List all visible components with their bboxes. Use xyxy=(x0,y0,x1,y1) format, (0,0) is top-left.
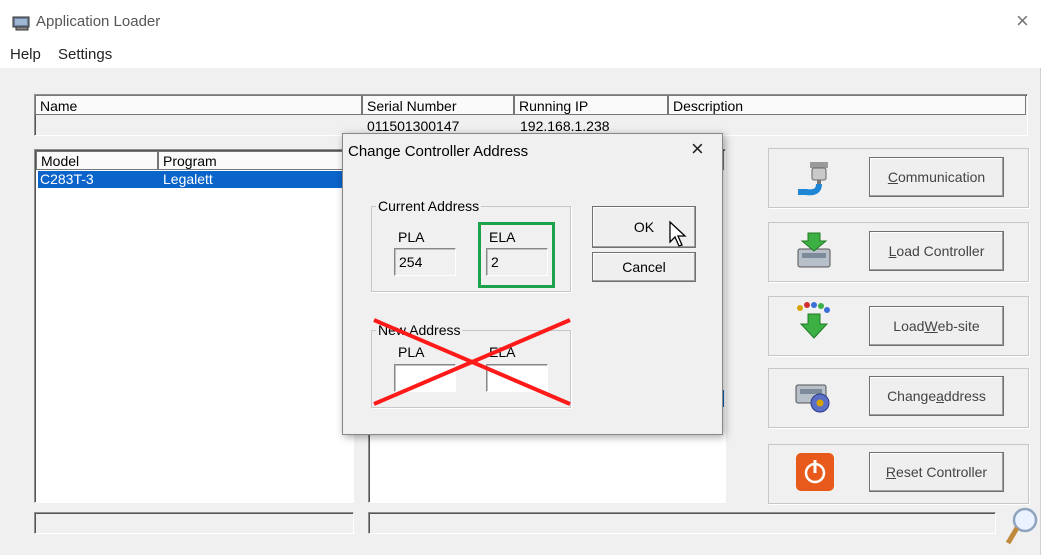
column-header-model[interactable]: Model xyxy=(36,151,158,170)
column-header-serial[interactable]: Serial Number xyxy=(362,95,514,115)
load-controller-icon xyxy=(794,231,836,273)
change-address-button[interactable]: Change a ddress xyxy=(869,376,1004,416)
column-header-ip[interactable]: Running IP xyxy=(514,95,668,115)
window-close-button[interactable]: × xyxy=(1016,10,1029,32)
app-icon xyxy=(12,15,32,31)
reset-icon xyxy=(794,451,836,493)
column-header-program[interactable]: Program xyxy=(158,151,352,170)
magnifier-icon[interactable] xyxy=(1005,505,1039,549)
column-header-name[interactable]: Name xyxy=(35,95,362,115)
plug-icon xyxy=(792,156,834,198)
reset-controller-button[interactable]: Reset Controller xyxy=(869,452,1004,492)
model-list[interactable] xyxy=(34,149,354,503)
serial-number-cell: 011501300147 xyxy=(367,118,460,134)
program-cell: Legalett xyxy=(163,171,213,187)
communication-button[interactable]: Communication xyxy=(869,157,1004,197)
mouse-cursor-icon xyxy=(668,220,690,248)
window-title: Application Loader xyxy=(36,13,161,30)
status-bar-right xyxy=(368,512,996,534)
current-address-label: Current Address xyxy=(376,198,482,214)
load-controller-button[interactable]: Load Controller xyxy=(869,231,1004,271)
dialog-title: Change Controller Address xyxy=(348,143,529,160)
model-cell: C283T-3 xyxy=(40,171,94,187)
ela-highlight-box xyxy=(478,222,555,288)
status-bar-left xyxy=(34,512,354,534)
load-website-icon xyxy=(794,302,836,344)
current-pla-label: PLA xyxy=(398,229,425,245)
dialog-close-icon[interactable]: × xyxy=(691,138,704,160)
menu-help[interactable]: Help xyxy=(10,46,41,63)
cancel-button[interactable]: Cancel xyxy=(592,252,696,282)
current-pla-field: 254 xyxy=(394,248,456,276)
menu-bar xyxy=(0,42,1041,68)
cross-out-mark xyxy=(372,318,572,406)
menu-settings[interactable]: Settings xyxy=(58,46,112,63)
change-address-icon xyxy=(794,375,836,417)
running-ip-cell: 192.168.1.238 xyxy=(520,118,610,134)
load-website-button[interactable]: Load Web-site xyxy=(869,306,1004,346)
column-header-description[interactable]: Description xyxy=(668,95,1026,115)
